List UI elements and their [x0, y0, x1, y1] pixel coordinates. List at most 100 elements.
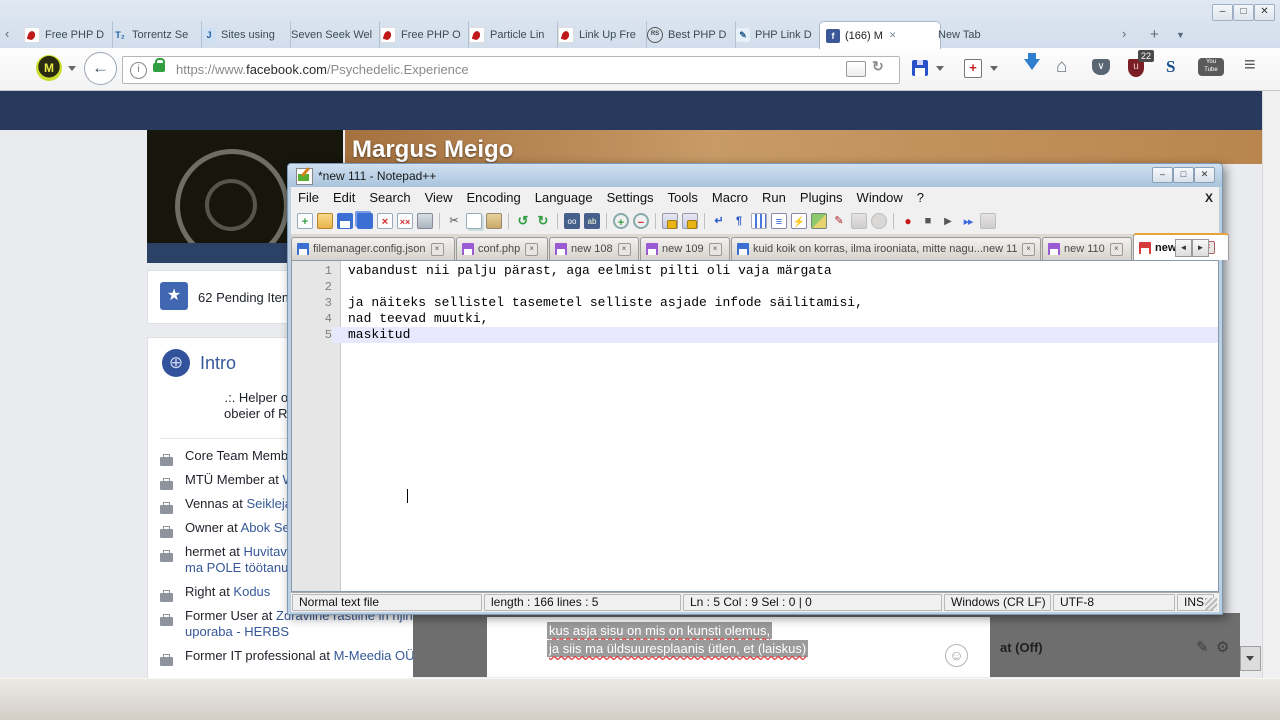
- menu-macro[interactable]: Macro: [705, 190, 755, 205]
- item-link[interactable]: M-Meedia OÜ: [334, 648, 415, 663]
- addon-menu-caret-icon[interactable]: [990, 66, 998, 71]
- browser-tab-active[interactable]: (166) M✕: [819, 21, 941, 49]
- downloads-icon[interactable]: [1024, 59, 1040, 70]
- site-info-icon[interactable]: [130, 62, 147, 79]
- bookmark-addon-icon[interactable]: [964, 59, 982, 78]
- browser-tab[interactable]: Link Up Fre: [552, 21, 647, 48]
- new-message-icon[interactable]: [1196, 638, 1209, 656]
- menu-settings[interactable]: Settings: [600, 190, 661, 205]
- tab-list-caret-icon[interactable]: ▼: [1176, 30, 1185, 40]
- menu-encoding[interactable]: Encoding: [460, 190, 528, 205]
- window-maximize-button[interactable]: □: [1233, 4, 1254, 21]
- s-addon-icon[interactable]: [1166, 57, 1175, 77]
- monitor-icon[interactable]: [871, 213, 887, 229]
- close-tab-icon[interactable]: ✕: [889, 30, 897, 41]
- new-tab-icon[interactable]: +: [1150, 26, 1159, 43]
- app-menu-caret-icon[interactable]: [68, 66, 76, 71]
- zoom-out-icon[interactable]: [633, 213, 649, 229]
- sync-horizontal-icon[interactable]: [682, 213, 698, 229]
- emoji-icon[interactable]: [945, 644, 968, 667]
- zoom-in-icon[interactable]: [613, 213, 629, 229]
- back-button[interactable]: [84, 52, 117, 85]
- sync-vertical-icon[interactable]: [662, 213, 678, 229]
- function-list-icon[interactable]: [771, 213, 787, 229]
- record-macro-icon[interactable]: [900, 213, 916, 229]
- close-file-icon[interactable]: [377, 213, 393, 229]
- maximize-button[interactable]: □: [1173, 167, 1194, 183]
- page-scrollbar[interactable]: [1262, 90, 1280, 678]
- paste-icon[interactable]: [486, 213, 502, 229]
- word-wrap-icon[interactable]: [711, 213, 727, 229]
- close-all-icon[interactable]: [397, 213, 413, 229]
- doc-tab[interactable]: kuid koik on korras, ilma irooniata, mit…: [731, 237, 1041, 260]
- close-doc-icon[interactable]: ×: [525, 243, 538, 256]
- chat-scroll-down-button[interactable]: [1240, 646, 1261, 671]
- close-doc-icon[interactable]: ×: [1110, 243, 1123, 256]
- item-link-line2[interactable]: ma POLE töötanud: [185, 560, 296, 575]
- print-icon[interactable]: [417, 213, 433, 229]
- play-macro-icon[interactable]: [940, 213, 956, 229]
- chat-settings-gear-icon[interactable]: [1216, 638, 1229, 656]
- save-page-icon[interactable]: [912, 60, 928, 76]
- browser-tab[interactable]: PHP Link D: [730, 21, 825, 48]
- browser-tab[interactable]: Best PHP D: [641, 21, 736, 48]
- close-doc-icon[interactable]: ×: [709, 243, 722, 256]
- menu-search[interactable]: Search: [362, 190, 417, 205]
- undo-icon[interactable]: [515, 213, 531, 229]
- menu-language[interactable]: Language: [528, 190, 600, 205]
- window-minimize-button[interactable]: –: [1212, 4, 1233, 21]
- close-button[interactable]: ✕: [1194, 167, 1215, 183]
- run-script-icon[interactable]: [791, 213, 807, 229]
- reload-icon[interactable]: [872, 58, 884, 75]
- save-file-icon[interactable]: [337, 213, 353, 229]
- palemoon-logo-icon[interactable]: M: [36, 55, 62, 81]
- doc-tab[interactable]: new 108×: [549, 237, 639, 260]
- doc-tab[interactable]: conf.php×: [456, 237, 548, 260]
- menu-help[interactable]: ?: [910, 190, 931, 205]
- browser-tab[interactable]: Torrentz Se: [107, 21, 202, 48]
- new-file-icon[interactable]: [297, 213, 313, 229]
- item-link-line2[interactable]: uporaba - HERBS: [185, 624, 289, 639]
- close-doc-icon[interactable]: ×: [431, 243, 444, 256]
- menu-edit[interactable]: Edit: [326, 190, 362, 205]
- play-macro-multi-icon[interactable]: [960, 213, 976, 229]
- reader-mode-icon[interactable]: [846, 61, 866, 77]
- redo-icon[interactable]: [535, 213, 551, 229]
- comment-box[interactable]: kus asja sisu on mis on kunsti olemus, j…: [487, 617, 990, 677]
- save-all-icon[interactable]: [357, 213, 373, 229]
- doc-tab[interactable]: new 109×: [640, 237, 730, 260]
- folder-as-workspace-icon[interactable]: [851, 213, 867, 229]
- save-macro-icon[interactable]: [980, 213, 996, 229]
- close-doc-icon[interactable]: ×: [618, 243, 631, 256]
- save-menu-caret-icon[interactable]: [936, 66, 944, 71]
- browser-tab[interactable]: Free PHP O: [374, 21, 469, 48]
- find-icon[interactable]: [564, 213, 580, 229]
- browser-tab[interactable]: Free PHP D: [18, 21, 113, 48]
- menu-window[interactable]: Window: [850, 190, 910, 205]
- pocket-icon[interactable]: [1092, 59, 1110, 75]
- cut-icon[interactable]: [446, 213, 462, 229]
- editor-area[interactable]: 1vabandust nii palju pärast, aga eelmist…: [291, 260, 1219, 592]
- window-close-button[interactable]: ✕: [1254, 4, 1275, 21]
- browser-tab[interactable]: Sites using: [196, 21, 291, 48]
- menu-file[interactable]: File: [291, 190, 326, 205]
- menu-view[interactable]: View: [418, 190, 460, 205]
- replace-icon[interactable]: [584, 213, 600, 229]
- minimize-button[interactable]: –: [1152, 167, 1173, 183]
- menu-run[interactable]: Run: [755, 190, 793, 205]
- item-link[interactable]: Kodus: [233, 584, 270, 599]
- show-all-chars-icon[interactable]: [731, 213, 747, 229]
- doc-tab[interactable]: filemanager.config.json×: [291, 237, 455, 260]
- doc-map-icon[interactable]: [811, 213, 827, 229]
- tab-scroll-right-icon[interactable]: ›: [1122, 26, 1126, 41]
- hamburger-menu-icon[interactable]: [1244, 54, 1256, 77]
- menubar-close-icon[interactable]: X: [1205, 191, 1213, 205]
- url-text[interactable]: https://www.facebook.com/Psychedelic.Exp…: [176, 62, 469, 77]
- open-file-icon[interactable]: [317, 213, 333, 229]
- indent-guide-icon[interactable]: [751, 213, 767, 229]
- tab-scroll-right-icon[interactable]: ►: [1192, 239, 1209, 257]
- edit-marker-icon[interactable]: [831, 213, 847, 229]
- browser-tab[interactable]: New Tab: [932, 21, 1034, 48]
- tab-scroll-left-icon[interactable]: ◄: [1175, 239, 1192, 257]
- menu-tools[interactable]: Tools: [661, 190, 705, 205]
